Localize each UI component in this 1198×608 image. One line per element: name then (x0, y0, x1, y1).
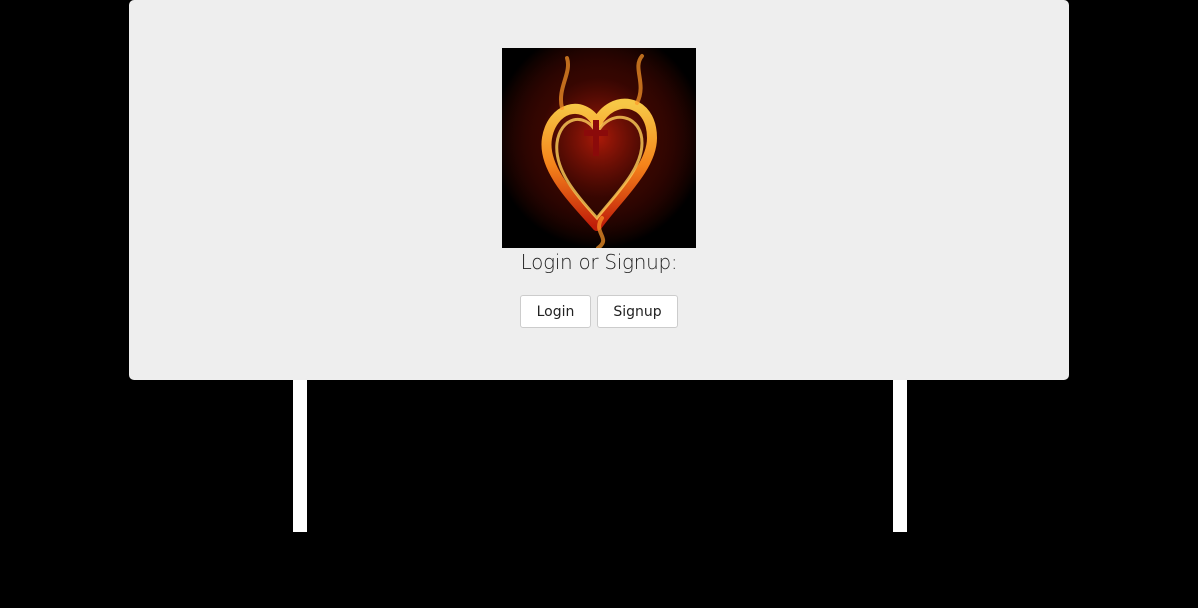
flaming-heart-cross-icon (502, 48, 696, 248)
login-button[interactable]: Login (520, 295, 591, 328)
signup-button[interactable]: Signup (597, 295, 678, 328)
page-stage: Login or Signup: Login Signup (0, 0, 1198, 608)
login-panel: Login or Signup: Login Signup (129, 0, 1069, 380)
right-sign-post (893, 380, 907, 532)
login-signup-prompt: Login or Signup: (520, 250, 678, 274)
left-sign-post (293, 380, 307, 532)
